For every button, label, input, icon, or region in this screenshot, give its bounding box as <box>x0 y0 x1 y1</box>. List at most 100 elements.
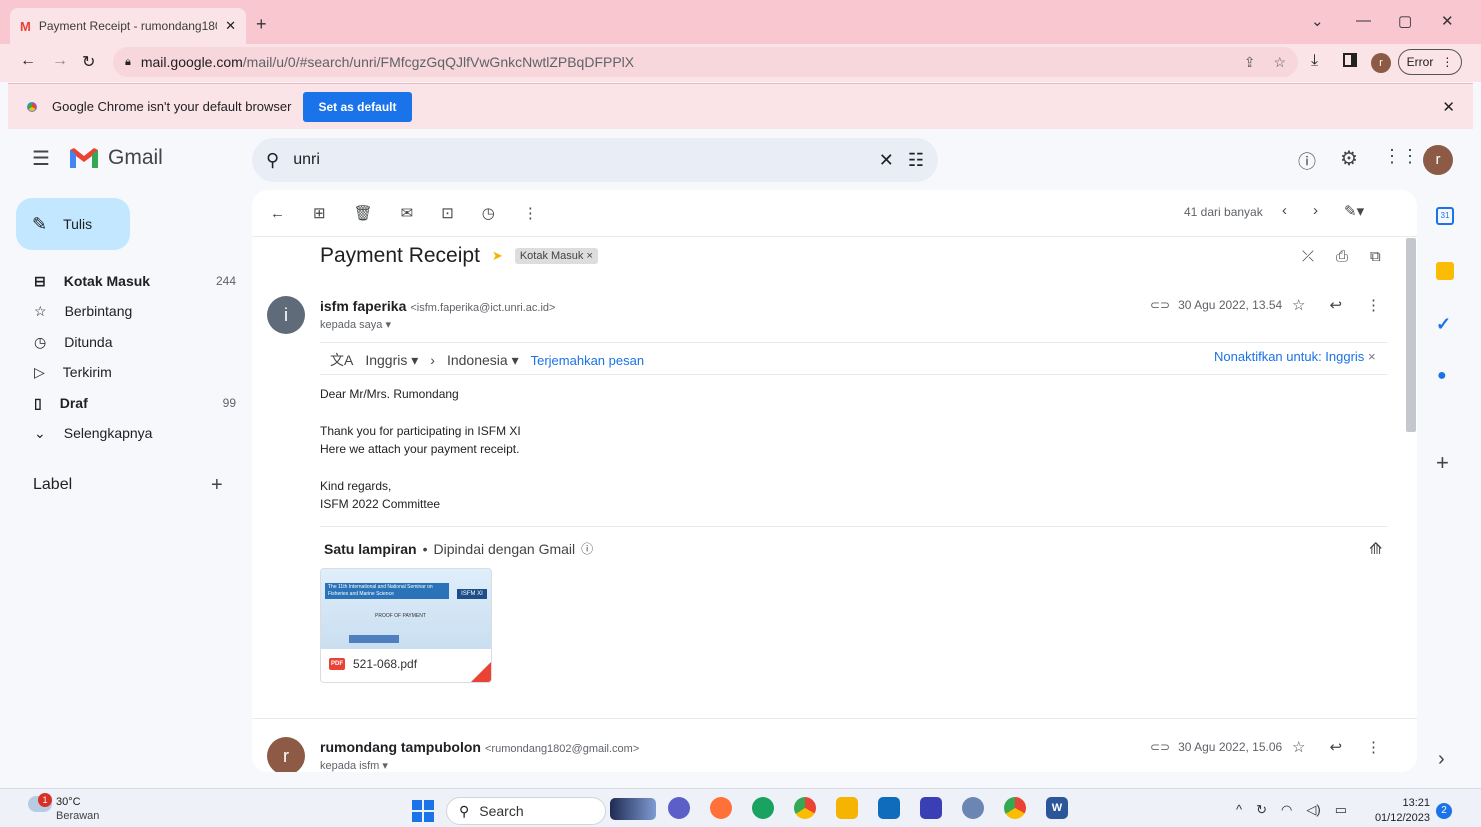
delete-icon[interactable]: 🗑︎ <box>354 204 373 222</box>
close-tab-icon[interactable]: ✕ <box>225 18 236 34</box>
forward-icon[interactable]: → <box>52 52 68 70</box>
bookmark-star-icon[interactable]: ☆ <box>1273 54 1286 71</box>
compose-button[interactable]: ✎ Tulis <box>16 198 130 250</box>
minimize-button[interactable]: — <box>1356 12 1371 29</box>
side-panel-icon[interactable] <box>1343 53 1357 67</box>
archive-icon[interactable]: ⊞ <box>313 204 326 222</box>
next-icon[interactable]: › <box>1313 202 1318 220</box>
save-to-drive-icon[interactable]: ⟰ <box>1369 539 1382 559</box>
clear-search-icon[interactable]: ✕ <box>879 150 894 171</box>
omnibox[interactable]: 🔒︎ mail.google.com/mail/u/0/#search/unri… <box>113 47 1298 77</box>
remove-label-icon[interactable]: × <box>586 250 592 262</box>
sender-avatar[interactable]: i <box>267 296 305 334</box>
tab-search-icon[interactable]: ⌄ <box>1311 12 1324 30</box>
scrollbar-thumb[interactable] <box>1406 238 1416 432</box>
firefox-icon[interactable] <box>710 797 732 819</box>
expand-side-panel-icon[interactable]: › <box>1438 748 1445 771</box>
keep-icon[interactable] <box>1436 262 1454 280</box>
info-icon[interactable]: ⓘ <box>581 540 593 557</box>
get-addons-icon[interactable]: + <box>1436 450 1449 476</box>
mark-unread-icon[interactable]: ✉ <box>401 204 414 222</box>
sidebar-item-more[interactable]: ⌄ Selengkapnya <box>16 418 236 448</box>
weather-widget[interactable]: 30°C Berawan <box>56 795 99 823</box>
sidebar-item-sent[interactable]: ▷ Terkirim <box>16 357 236 387</box>
sidebar-item-inbox[interactable]: ⊟ Kotak Masuk 244 <box>16 266 236 296</box>
close-window-button[interactable]: ✕ <box>1441 12 1454 30</box>
important-marker-icon[interactable]: ➤ <box>492 248 503 264</box>
print-icon[interactable]: ⎙ <box>1336 248 1348 265</box>
close-infobar-icon[interactable]: ✕ <box>1442 98 1455 116</box>
globe-app-icon[interactable] <box>962 797 984 819</box>
add-label-icon[interactable]: + <box>211 474 223 497</box>
profile-error-button[interactable]: Error ⋮ <box>1398 49 1462 75</box>
word-icon[interactable]: W <box>1046 797 1068 819</box>
input-tools-icon[interactable]: ✎▾ <box>1344 202 1364 220</box>
more-options-icon[interactable]: ⋮ <box>523 204 538 222</box>
previous-icon[interactable]: ‹ <box>1282 202 1287 220</box>
volume-icon[interactable]: ◁) <box>1306 802 1320 818</box>
message-more-icon[interactable]: ⋮ <box>1366 738 1381 756</box>
sender-name[interactable]: rumondang tampubolon <box>320 739 481 755</box>
help-icon[interactable]: ⓘ <box>1298 148 1316 174</box>
set-default-button[interactable]: Set as default <box>303 91 412 122</box>
back-to-list-icon[interactable]: ← <box>270 205 285 222</box>
start-button[interactable] <box>412 800 434 822</box>
restore-button[interactable]: ▢ <box>1398 12 1412 30</box>
sync-icon[interactable]: ↻ <box>1256 802 1267 818</box>
recipient-dropdown[interactable]: kepada saya ▾ <box>320 318 391 331</box>
move-to-icon[interactable]: ⊡ <box>441 204 454 222</box>
reload-icon[interactable]: ↻ <box>82 52 95 72</box>
translate-message-link[interactable]: Terjemahkan pesan <box>531 353 644 368</box>
snooze-icon[interactable]: ◷ <box>482 204 495 222</box>
star-icon[interactable]: ☆ <box>1292 296 1305 314</box>
browser-tab[interactable]: M Payment Receipt - rumondang1802 ✕ <box>10 8 246 44</box>
message-more-icon[interactable]: ⋮ <box>1366 296 1381 314</box>
search-highlight-icon[interactable] <box>610 798 656 820</box>
recipient-dropdown[interactable]: kepada isfm ▾ <box>320 759 388 772</box>
back-icon[interactable]: ← <box>20 52 36 70</box>
chrome-profile-icon[interactable] <box>1004 797 1026 819</box>
settings-gear-icon[interactable]: ⚙ <box>1340 146 1358 171</box>
mail-app-icon[interactable] <box>878 797 900 819</box>
reply-icon[interactable]: ↩ <box>1329 738 1342 756</box>
open-new-window-icon[interactable]: ⧉ <box>1370 248 1381 265</box>
attachment-card[interactable]: The 11th International and National Semi… <box>320 568 492 683</box>
account-avatar[interactable]: r <box>1423 145 1453 175</box>
collapse-all-icon[interactable]: ⤫ <box>1302 248 1314 265</box>
search-input[interactable]: unri <box>293 151 865 169</box>
show-hidden-icons-icon[interactable]: ^ <box>1236 802 1242 818</box>
contacts-icon[interactable]: ● <box>1437 367 1447 385</box>
edge-icon[interactable] <box>752 797 774 819</box>
app-icon[interactable] <box>920 797 942 819</box>
disable-translate-link[interactable]: Nonaktifkan untuk: Inggris × <box>1214 349 1376 364</box>
notification-badge[interactable]: 2 <box>1436 803 1452 819</box>
file-explorer-icon[interactable] <box>836 797 858 819</box>
share-icon[interactable]: ⇪ <box>1244 54 1256 71</box>
search-icon[interactable]: ⚲ <box>266 150 279 171</box>
clock[interactable]: 13:21 01/12/2023 <box>1368 796 1430 826</box>
wifi-icon[interactable]: ◠ <box>1281 802 1292 818</box>
new-tab-button[interactable]: + <box>256 14 267 35</box>
chrome-icon[interactable] <box>794 797 816 819</box>
taskbar-search[interactable]: ⚲ Search <box>446 797 606 825</box>
search-bar[interactable]: ⚲ unri ✕ ☷ <box>252 138 938 182</box>
download-icon[interactable]: ⤓ <box>1311 52 1318 70</box>
sender-avatar[interactable]: r <box>267 737 305 772</box>
sender-name[interactable]: isfm faperika <box>320 298 406 314</box>
profile-avatar[interactable]: r <box>1371 53 1391 73</box>
tasks-icon[interactable]: ✓ <box>1436 314 1451 335</box>
reply-icon[interactable]: ↩ <box>1329 296 1342 314</box>
sidebar-item-snoozed[interactable]: ◷ Ditunda <box>16 327 236 357</box>
sidebar-item-drafts[interactable]: ▯ Draf 99 <box>16 388 236 418</box>
calendar-icon[interactable]: 31 <box>1436 207 1454 225</box>
main-menu-icon[interactable]: ☰ <box>32 146 50 171</box>
label-chip[interactable]: Kotak Masuk × <box>514 248 598 264</box>
target-language-select[interactable]: Indonesia ▾ <box>447 352 519 369</box>
close-icon[interactable]: × <box>1368 349 1376 364</box>
teams-chat-icon[interactable] <box>668 797 690 819</box>
source-language-select[interactable]: Inggris ▾ <box>365 352 418 369</box>
sidebar-item-starred[interactable]: ☆ Berbintang <box>16 296 236 326</box>
battery-icon[interactable]: ▭ <box>1335 802 1347 818</box>
gmail-logo[interactable]: Gmail <box>68 146 163 170</box>
star-icon[interactable]: ☆ <box>1292 738 1305 756</box>
